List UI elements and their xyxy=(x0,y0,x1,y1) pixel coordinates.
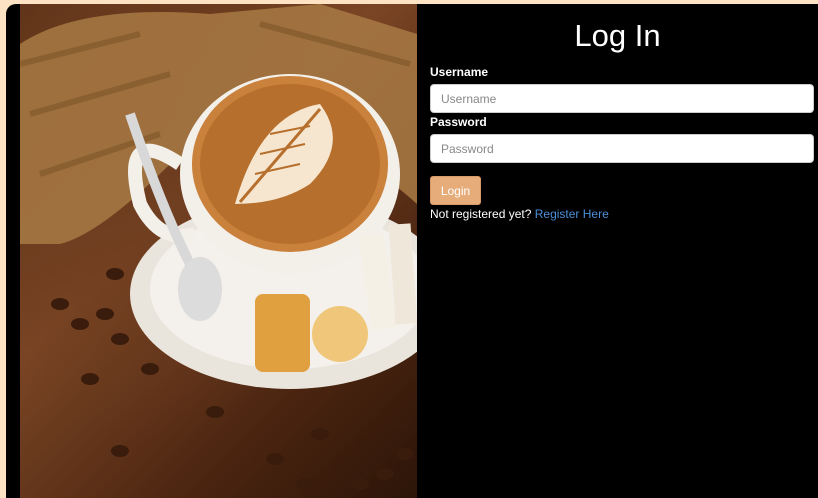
register-link[interactable]: Register Here xyxy=(535,207,609,221)
username-input[interactable] xyxy=(430,84,814,113)
coffee-illustration xyxy=(20,4,417,490)
password-input[interactable] xyxy=(430,134,814,163)
page-title: Log In xyxy=(574,18,661,53)
login-card: Log In Username Password Login Not regis… xyxy=(6,4,818,498)
register-prompt-line: Not registered yet? Register Here xyxy=(430,207,609,221)
password-label: Password xyxy=(430,115,487,129)
username-label: Username xyxy=(430,65,489,79)
login-button[interactable]: Login xyxy=(430,176,481,205)
register-prompt: Not registered yet? xyxy=(430,207,532,221)
login-panel: Log In Username Password Login Not regis… xyxy=(417,4,818,498)
coffee-photo xyxy=(20,4,417,498)
